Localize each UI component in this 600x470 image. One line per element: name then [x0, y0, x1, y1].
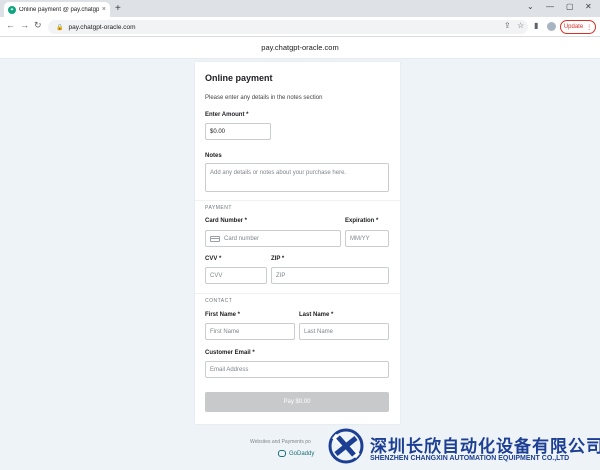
company-watermark: 深圳长欣自动化设备有限公司 SHENZHEN CHANGXIN AUTOMATI… [328, 426, 600, 470]
expiration-label: Expiration * [345, 218, 379, 224]
card-number-input[interactable]: Card number [205, 230, 341, 247]
last-name-input[interactable]: Last Name [299, 323, 389, 340]
company-logo-icon [328, 428, 364, 464]
site-header: pay.chatgpt-oracle.com [0, 37, 600, 59]
back-icon[interactable]: ← [6, 20, 15, 30]
forward-icon[interactable]: → [20, 20, 29, 30]
company-name-cn: 深圳长欣自动化设备有限公司 [370, 437, 600, 456]
email-input[interactable]: Email Address [205, 361, 389, 378]
menu-dots-icon: ⋮ [586, 24, 593, 31]
payment-section-heading: PAYMENT [205, 205, 232, 211]
cvv-input[interactable]: CVV [205, 267, 267, 284]
first-name-input[interactable]: First Name [205, 323, 295, 340]
tab-strip: ✦ Online payment @ pay.chatgpt-o × + ⌄ —… [0, 0, 600, 17]
close-window-icon[interactable]: ✕ [585, 2, 592, 11]
notes-textarea[interactable]: Add any details or notes about your purc… [205, 163, 389, 192]
notes-label: Notes [205, 153, 222, 159]
reload-icon[interactable]: ↻ [34, 20, 42, 31]
pay-button[interactable]: Pay $0.00 [205, 392, 389, 412]
tab-search-icon[interactable]: ⌄ [527, 2, 534, 11]
email-label: Customer Email * [205, 350, 255, 356]
godaddy-logo[interactable]: GoDaddy [278, 450, 314, 457]
card-number-label: Card Number * [205, 218, 248, 224]
amount-input[interactable]: $0.00 [205, 123, 271, 140]
payment-card: Online payment Please enter any details … [195, 62, 400, 424]
bookmark-star-icon[interactable]: ☆ [517, 21, 524, 30]
minimize-icon[interactable]: — [546, 2, 554, 11]
subtitle: Please enter any details in the notes se… [205, 95, 323, 101]
tab-title: Online payment @ pay.chatgpt-o [19, 6, 99, 13]
profile-avatar[interactable] [547, 22, 556, 31]
browser-tab[interactable]: ✦ Online payment @ pay.chatgpt-o × [4, 2, 110, 17]
contact-section-heading: CONTACT [205, 298, 233, 304]
lock-icon[interactable]: 🔒 [56, 24, 63, 31]
zip-input[interactable]: ZIP [271, 267, 389, 284]
last-name-label: Last Name * [299, 312, 334, 318]
company-name-en: SHENZHEN CHANGXIN AUTOMATION EQUIPMENT C… [370, 455, 570, 462]
browser-toolbar: ← → ↻ 🔒 pay.chatgpt-oracle.com ⇪ ☆ ▮ Upd… [0, 17, 600, 37]
address-bar[interactable]: 🔒 pay.chatgpt-oracle.com [48, 20, 528, 34]
zip-label: ZIP * [271, 256, 285, 262]
expiration-input[interactable]: MM/YY [345, 230, 389, 247]
side-panel-icon[interactable]: ▮ [534, 21, 538, 30]
credit-card-icon [210, 235, 220, 242]
maximize-icon[interactable]: ▢ [566, 2, 574, 11]
amount-label: Enter Amount * [205, 112, 249, 118]
update-button[interactable]: Update ⋮ [560, 20, 596, 34]
favicon-icon: ✦ [8, 5, 16, 14]
godaddy-icon [278, 450, 286, 457]
url-text: pay.chatgpt-oracle.com [68, 23, 136, 31]
section-divider [195, 200, 400, 201]
cvv-label: CVV * [205, 256, 222, 262]
first-name-label: First Name * [205, 312, 241, 318]
new-tab-button[interactable]: + [115, 2, 121, 15]
page-title: Online payment [205, 73, 273, 83]
section-divider [195, 293, 400, 294]
tab-close-icon[interactable]: × [102, 6, 106, 13]
footer-text: Websites and Payments po [250, 439, 311, 445]
share-icon[interactable]: ⇪ [504, 21, 511, 30]
